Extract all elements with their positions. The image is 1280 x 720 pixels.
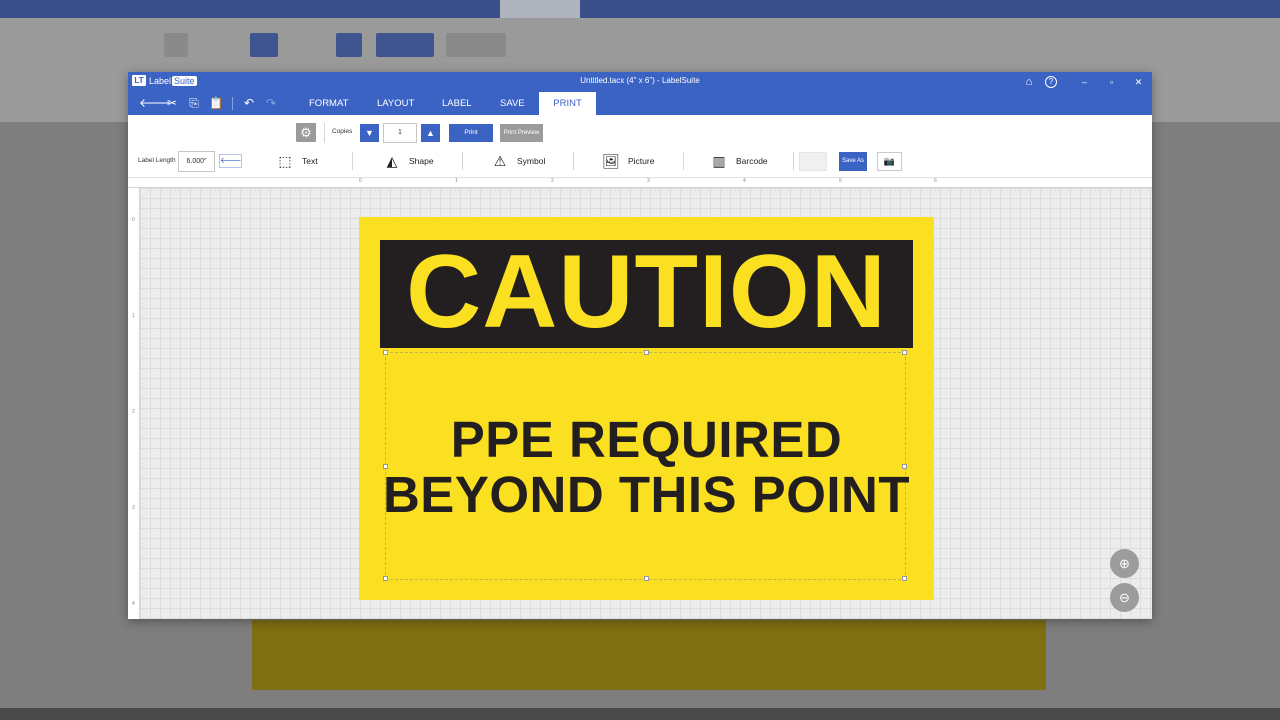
resize-handle[interactable] bbox=[383, 576, 388, 581]
ruler-mark: 2 bbox=[551, 178, 554, 184]
background-titlebar bbox=[0, 0, 1280, 18]
tool-divider bbox=[462, 152, 463, 170]
picture-tool-label: Picture bbox=[628, 156, 655, 166]
ruler-mark: 4 bbox=[132, 601, 135, 607]
undo-icon[interactable]: ↶ bbox=[239, 95, 259, 112]
caution-text: CAUTION bbox=[406, 234, 887, 350]
ruler-mark: 0 bbox=[132, 217, 135, 223]
settings-gear-icon[interactable]: ⚙ bbox=[296, 123, 316, 142]
copies-increment-button[interactable]: ▲ bbox=[421, 124, 440, 142]
caution-header[interactable]: CAUTION bbox=[380, 234, 913, 350]
label-length-label: Label Length bbox=[138, 157, 176, 164]
print-button[interactable]: Print bbox=[449, 124, 493, 142]
symbol-tool-label: Symbol bbox=[517, 156, 546, 166]
barcode-tool-label: Barcode bbox=[736, 156, 768, 166]
warning-triangle-icon: ⚠ bbox=[493, 152, 507, 169]
copies-decrement-button[interactable]: ▼ bbox=[360, 124, 379, 142]
home-icon[interactable]: ⌂ bbox=[1018, 72, 1040, 92]
redo-icon[interactable]: ↷ bbox=[261, 95, 281, 112]
close-button[interactable]: ✕ bbox=[1125, 72, 1152, 92]
barcode-tool[interactable]: ▥ Barcode bbox=[709, 150, 768, 172]
ruler-mark: 4 bbox=[743, 178, 746, 184]
tool-divider bbox=[793, 152, 794, 170]
resize-handle[interactable] bbox=[644, 576, 649, 581]
message-line-2: BEYOND THIS POINT bbox=[382, 466, 911, 523]
tab-format[interactable]: FORMAT bbox=[299, 92, 358, 115]
ribbon-divider bbox=[324, 123, 325, 143]
horizontal-ruler: 0 1 2 3 4 5 6 bbox=[128, 177, 1152, 188]
ruler-mark: 3 bbox=[647, 178, 650, 184]
paste-icon[interactable]: 📋 bbox=[206, 95, 226, 112]
apply-length-icon[interactable]: 🡐 bbox=[219, 154, 242, 168]
background-block bbox=[250, 33, 278, 57]
tab-layout[interactable]: LAYOUT bbox=[367, 92, 424, 115]
ruler-mark: 0 bbox=[359, 178, 362, 184]
ruler-mark: 6 bbox=[934, 178, 937, 184]
save-as-button[interactable]: Save As bbox=[839, 152, 867, 171]
background-block bbox=[376, 33, 434, 57]
tab-save[interactable]: SAVE bbox=[490, 92, 535, 115]
background-toolbar bbox=[0, 18, 1280, 70]
print-preview-button[interactable]: Print Preview bbox=[500, 124, 543, 142]
picture-tool[interactable]: 🖼 Picture bbox=[601, 150, 654, 172]
zoom-out-icon[interactable]: ⊖ bbox=[1110, 583, 1139, 612]
shape-tool-label: Shape bbox=[409, 156, 434, 166]
label-preview[interactable]: CAUTION PPE REQUIRED BEYOND THIS POINT bbox=[359, 217, 934, 600]
resize-handle[interactable] bbox=[644, 350, 649, 355]
copies-label: Copies bbox=[332, 128, 353, 135]
background-block bbox=[336, 33, 362, 57]
tab-print[interactable]: PRINT bbox=[539, 92, 596, 115]
message-line-1: PPE REQUIRED bbox=[450, 411, 843, 468]
title-bar: LT Label Suite Untitled.tacx (4" x 6") - … bbox=[128, 72, 1152, 92]
resize-handle[interactable] bbox=[383, 350, 388, 355]
background-tab bbox=[500, 0, 580, 18]
background-label bbox=[252, 620, 1046, 690]
tool-divider bbox=[352, 152, 353, 170]
text-tool[interactable]: ⬚ Text bbox=[275, 150, 318, 172]
ruler-mark: 2 bbox=[132, 409, 135, 415]
copy-icon[interactable]: ⎘ bbox=[184, 95, 204, 112]
shape-icon: ◭ bbox=[386, 152, 398, 169]
label-length-input[interactable]: 6.000" bbox=[178, 151, 215, 172]
symbol-tool[interactable]: ⚠ Symbol bbox=[490, 150, 546, 172]
menu-bar: 🡐 ✂ ⎘ 📋 ↶ ↷ FORMAT LAYOUT LABEL SAVE PRI… bbox=[128, 92, 1152, 115]
help-icon[interactable]: ? bbox=[1045, 76, 1057, 88]
background-block bbox=[164, 33, 188, 57]
title-controls: ⌂ ? – ▫ ✕ bbox=[1018, 72, 1152, 92]
resize-handle[interactable] bbox=[902, 576, 907, 581]
menu-divider bbox=[232, 97, 233, 110]
back-arrow-icon[interactable]: 🡐 bbox=[139, 95, 171, 112]
minimize-button[interactable]: – bbox=[1071, 72, 1098, 92]
ruler-mark: 3 bbox=[132, 505, 135, 511]
picture-icon: 🖼 bbox=[602, 152, 620, 169]
ruler-mark: 1 bbox=[132, 313, 135, 319]
labelsuite-window: LT Label Suite Untitled.tacx (4" x 6") - … bbox=[128, 72, 1152, 619]
camera-icon[interactable]: 📷 bbox=[877, 152, 902, 171]
zoom-in-icon[interactable]: ⊕ bbox=[1110, 549, 1139, 578]
background-block bbox=[446, 33, 506, 57]
text-tool-label: Text bbox=[302, 156, 318, 166]
barcode-icon: ▥ bbox=[712, 152, 726, 169]
ruler-mark: 5 bbox=[839, 178, 842, 184]
window-title: Untitled.tacx (4" x 6") - LabelSuite bbox=[580, 76, 700, 85]
tab-label[interactable]: LABEL bbox=[432, 92, 482, 115]
cut-icon[interactable]: ✂ bbox=[162, 95, 182, 112]
resize-handle[interactable] bbox=[902, 350, 907, 355]
disabled-save-button bbox=[799, 152, 827, 171]
tool-divider bbox=[683, 152, 684, 170]
vertical-ruler: 0 1 2 3 4 bbox=[128, 188, 140, 619]
maximize-button[interactable]: ▫ bbox=[1098, 72, 1125, 92]
background-taskbar bbox=[0, 708, 1280, 720]
shape-tool[interactable]: ◭ Shape bbox=[382, 150, 434, 172]
ruler-mark: 1 bbox=[455, 178, 458, 184]
copies-input[interactable]: 1 bbox=[383, 123, 417, 143]
text-frame-icon: ⬚ bbox=[278, 152, 292, 169]
tool-divider bbox=[573, 152, 574, 170]
